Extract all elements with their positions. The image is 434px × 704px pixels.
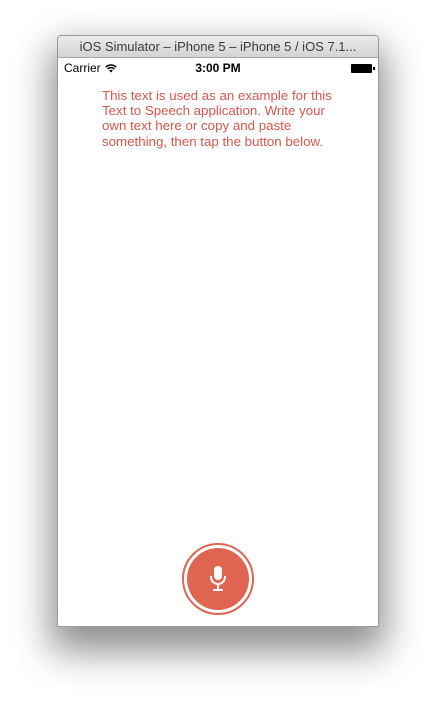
speak-button[interactable] xyxy=(182,543,254,615)
battery-icon xyxy=(351,64,375,73)
speech-text-view[interactable]: This text is used as an example for this… xyxy=(102,88,342,149)
desktop-background: iOS Simulator – iPhone 5 – iPhone 5 / iO… xyxy=(0,0,434,704)
ios-status-bar: Carrier 3:00 PM xyxy=(58,58,378,78)
status-time: 3:00 PM xyxy=(195,61,241,75)
window-title: iOS Simulator – iPhone 5 – iPhone 5 / iO… xyxy=(79,39,357,54)
speak-button-fill xyxy=(187,548,249,610)
simulator-window: iOS Simulator – iPhone 5 – iPhone 5 / iO… xyxy=(57,35,379,627)
window-titlebar[interactable]: iOS Simulator – iPhone 5 – iPhone 5 / iO… xyxy=(58,36,378,58)
microphone-icon xyxy=(210,566,226,591)
app-content: This text is used as an example for this… xyxy=(58,78,378,626)
